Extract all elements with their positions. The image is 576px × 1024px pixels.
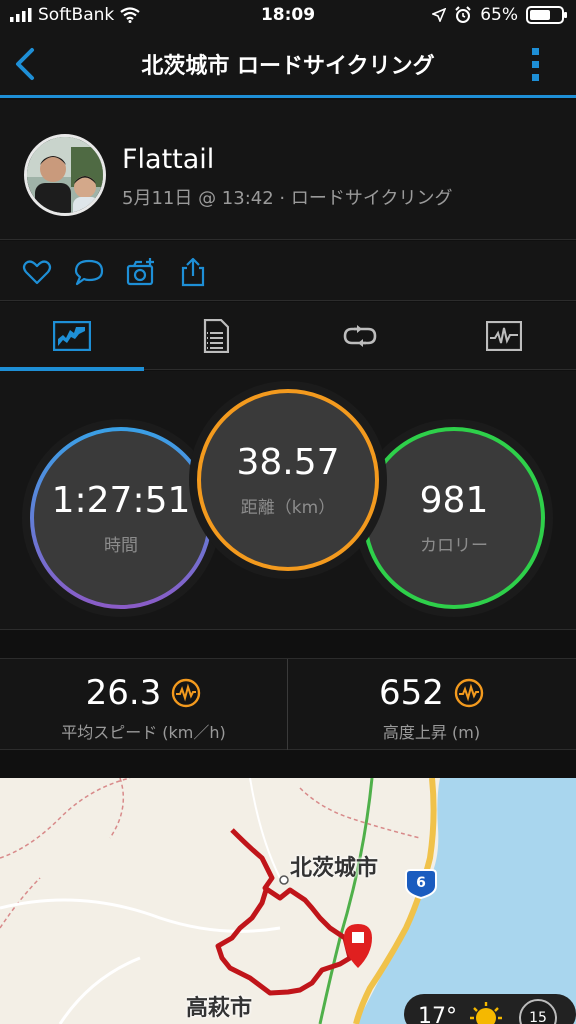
route-shield-number: 6 xyxy=(416,875,426,891)
comment-icon[interactable] xyxy=(74,257,104,287)
calories-value: 981 xyxy=(419,480,489,521)
wind-value: 15 xyxy=(529,1010,547,1024)
activity-tabs xyxy=(0,302,576,371)
location-arrow-icon xyxy=(432,8,447,22)
elevation-gain-label: 高度上昇 (m) xyxy=(382,723,481,742)
overview-chart-icon xyxy=(53,321,91,351)
metric-wave-icon xyxy=(454,678,484,708)
add-photo-icon[interactable] xyxy=(126,257,156,287)
stats-row: 26.3 平均スピード (km／h) 652 高度上昇 (m) xyxy=(0,658,576,751)
laps-loop-icon xyxy=(343,325,377,347)
time-value: 1:27:51 xyxy=(51,480,191,521)
tab-graphs[interactable] xyxy=(432,302,576,370)
elevation-gain-value: 652 xyxy=(379,673,444,713)
graph-icon xyxy=(486,321,522,351)
activity-meta: 5月11日 @ 13:42 · ロードサイクリング xyxy=(122,188,453,209)
calories-label: カロリー xyxy=(420,536,488,556)
battery-percent: 65% xyxy=(480,5,518,25)
route-map[interactable]: 北茨城市 高萩市 6 xyxy=(0,778,576,1024)
tab-overview[interactable] xyxy=(0,302,144,371)
status-right: 65% xyxy=(432,5,567,25)
section-gap xyxy=(0,750,576,778)
more-vertical-icon[interactable] xyxy=(532,48,540,82)
section-gap xyxy=(0,630,576,658)
map-label-takahagi: 高萩市 xyxy=(186,996,253,1021)
avatar-photo xyxy=(27,137,103,213)
avg-speed-value: 26.3 xyxy=(85,673,162,713)
weather-temperature: 17° xyxy=(418,1004,457,1024)
sun-icon xyxy=(470,1002,502,1024)
user-name[interactable]: Flattail xyxy=(122,144,214,175)
activity-header: Flattail 5月11日 @ 13:42 · ロードサイクリング xyxy=(0,100,576,240)
map-graphics xyxy=(0,778,576,1024)
share-icon[interactable] xyxy=(178,257,208,287)
battery-level xyxy=(530,10,550,20)
page-title: 北茨城市 ロードサイクリング xyxy=(141,54,435,79)
elevation-gain-stat: 652 高度上昇 (m) xyxy=(288,659,575,751)
distance-value: 38.57 xyxy=(236,442,340,483)
calories-ring: 981 カロリー xyxy=(371,435,537,601)
avatar[interactable] xyxy=(24,134,106,216)
time-label: 時間 xyxy=(104,536,138,556)
tab-laps[interactable] xyxy=(288,302,432,370)
tab-details[interactable] xyxy=(144,302,288,370)
social-actions xyxy=(0,241,576,301)
status-bar: SoftBank 18:09 65% xyxy=(0,0,576,32)
summary-rings: 1:27:51 時間 981 カロリー 38.57 距離（km） xyxy=(0,371,576,630)
chevron-left-icon[interactable] xyxy=(10,46,40,82)
map-label-kitaibaraki: 北茨城市 xyxy=(290,856,379,881)
details-list-icon xyxy=(203,319,229,353)
avg-speed-stat: 26.3 平均スピード (km／h) xyxy=(0,659,287,751)
time-ring: 1:27:51 時間 xyxy=(38,435,204,601)
metric-wave-icon xyxy=(172,678,201,708)
distance-ring: 38.57 距離（km） xyxy=(205,397,371,563)
heart-icon[interactable] xyxy=(22,257,52,287)
nav-bar: 北茨城市 ロードサイクリング xyxy=(0,32,576,98)
distance-label: 距離（km） xyxy=(240,498,336,518)
alarm-icon xyxy=(455,6,471,23)
battery-icon xyxy=(526,6,567,24)
avg-speed-label: 平均スピード (km／h) xyxy=(61,723,226,742)
